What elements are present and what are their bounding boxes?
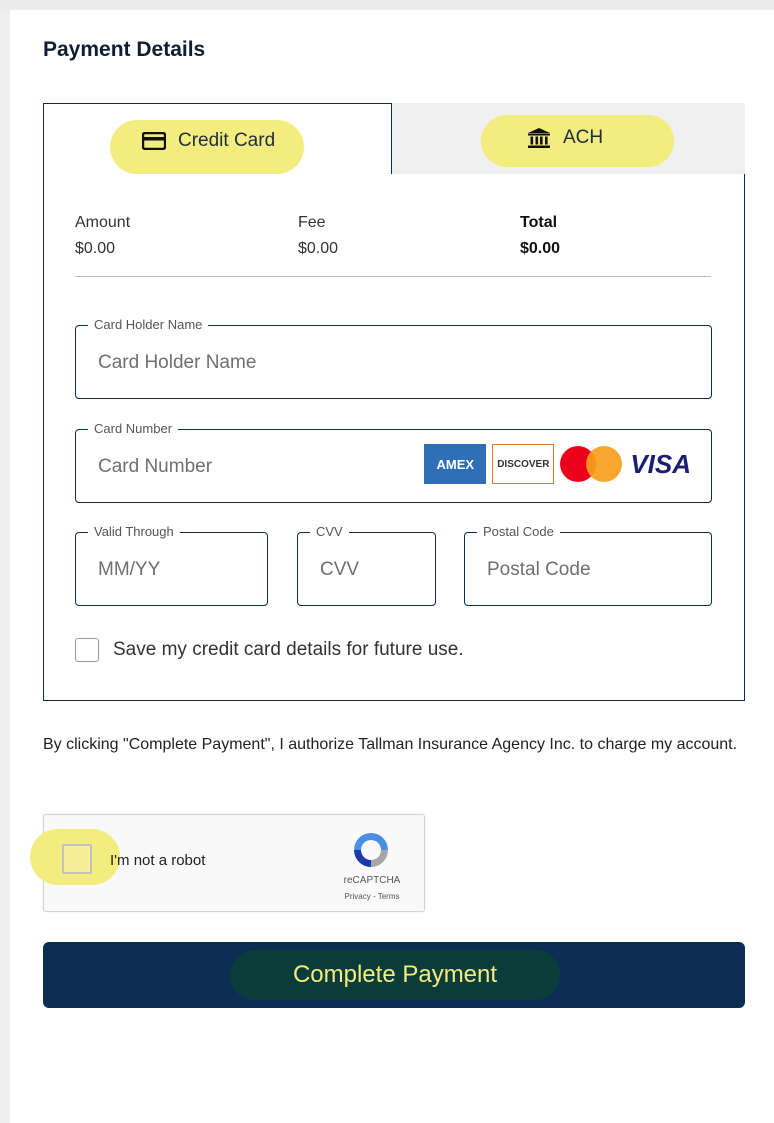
recaptcha-links[interactable]: Privacy - Terms xyxy=(324,892,420,901)
amex-logo-icon: AMEX xyxy=(424,444,487,484)
bank-icon xyxy=(528,128,550,148)
discover-logo-icon: DISCOVER xyxy=(492,444,555,484)
page-top-edge xyxy=(0,0,774,10)
complete-payment-button[interactable]: Complete Payment xyxy=(43,942,745,1008)
recaptcha-logo-icon xyxy=(354,833,388,867)
card-holder-input[interactable] xyxy=(96,326,545,400)
valid-through-field: Valid Through xyxy=(75,524,268,607)
credit-card-icon xyxy=(142,132,166,150)
complete-payment-label: Complete Payment xyxy=(230,950,560,1000)
tab-credit-card-label: Credit Card xyxy=(178,130,276,151)
tab-ach[interactable]: ACH xyxy=(392,103,745,175)
recaptcha-brand: reCAPTCHA xyxy=(343,875,401,886)
tab-ach-content: ACH xyxy=(527,127,603,149)
recaptcha-widget: I'm not a robot reCAPTCHA Privacy - Term… xyxy=(30,814,425,912)
cvv-field: CVV xyxy=(297,524,436,607)
page-title: Payment Details xyxy=(43,38,206,61)
credit-card-form: Amount $0.00 Fee $0.00 Total $0.00 Card … xyxy=(43,174,745,701)
save-card-label: Save my credit card details for future u… xyxy=(113,639,464,660)
captcha-label: I'm not a robot xyxy=(110,852,206,869)
authorization-text: By clicking "Complete Payment", I author… xyxy=(43,736,738,753)
postal-code-input[interactable] xyxy=(485,533,662,607)
cvv-input[interactable] xyxy=(318,533,418,607)
tab-credit-card[interactable]: Credit Card xyxy=(43,103,392,175)
summary-divider xyxy=(75,276,711,277)
card-number-input[interactable] xyxy=(96,430,418,504)
valid-through-input[interactable] xyxy=(96,533,234,607)
card-holder-field: Card Holder Name xyxy=(75,317,712,400)
payment-method-tabs: Credit Card ACH xyxy=(43,103,745,175)
page-left-edge xyxy=(0,0,10,1123)
total-label: Total xyxy=(520,214,558,231)
save-card-row: Save my credit card details for future u… xyxy=(75,638,464,662)
fee-summary: Fee $0.00 xyxy=(298,210,338,262)
mastercard-logo-icon xyxy=(560,444,624,484)
postal-code-field: Postal Code xyxy=(464,524,712,607)
fee-value: $0.00 xyxy=(298,240,339,257)
tab-credit-card-content: Credit Card xyxy=(142,130,275,152)
captcha-checkbox[interactable] xyxy=(62,844,92,874)
fee-label: Fee xyxy=(298,214,326,231)
tab-ach-label: ACH xyxy=(563,127,604,148)
amount-value: $0.00 xyxy=(75,240,116,257)
visa-logo-icon: VISA xyxy=(630,448,691,479)
total-value: $0.00 xyxy=(520,240,561,257)
card-number-field: Card Number AMEX DISCOVER VISA xyxy=(75,421,712,504)
total-summary: Total $0.00 xyxy=(520,210,560,262)
amount-summary: Amount $0.00 xyxy=(75,210,130,262)
amount-label: Amount xyxy=(75,214,131,231)
save-card-checkbox[interactable] xyxy=(75,638,99,662)
accepted-cards: AMEX DISCOVER VISA xyxy=(424,444,691,484)
